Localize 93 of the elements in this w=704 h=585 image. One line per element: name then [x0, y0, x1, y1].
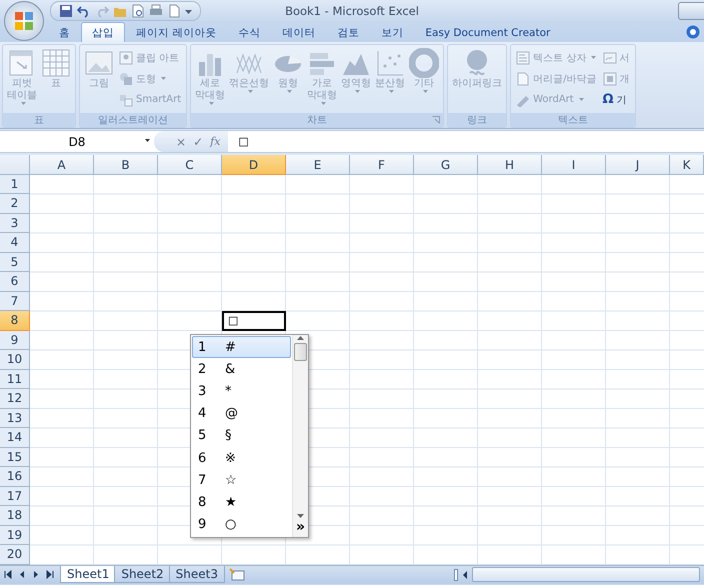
scroll-left-icon[interactable] — [462, 570, 468, 578]
save-icon[interactable] — [59, 4, 73, 18]
suggestion-item[interactable]: 5 § — [192, 424, 291, 448]
portrait-icon — [119, 50, 133, 64]
text-box-icon — [516, 50, 530, 64]
help-icon[interactable] — [686, 25, 700, 39]
sheet-tab[interactable]: Sheet3 — [168, 566, 225, 583]
column-header[interactable]: A — [30, 155, 94, 175]
first-sheet-icon[interactable] — [4, 570, 12, 579]
group-label: 링크 — [467, 114, 488, 127]
last-sheet-icon[interactable] — [46, 570, 54, 579]
column-header[interactable]: E — [286, 155, 350, 175]
group-label: 텍스트 — [558, 114, 588, 127]
ribbon-tab[interactable]: Easy Document Creator — [414, 22, 562, 42]
ribbon-tab[interactable]: 검토 — [326, 22, 370, 42]
row-header[interactable]: 3 — [0, 214, 30, 233]
cell-reference: D8 — [68, 134, 86, 148]
diagram-icon — [119, 92, 133, 106]
object-icon — [602, 72, 616, 86]
sheet-tab[interactable]: Sheet2 — [114, 566, 171, 583]
row-header[interactable]: 4 — [0, 233, 30, 252]
row-header[interactable]: 9 — [0, 330, 30, 350]
caret-icon — [145, 139, 150, 142]
office-logo-icon — [14, 11, 34, 31]
row-header[interactable]: 1 — [0, 174, 30, 194]
column-header[interactable]: C — [158, 155, 222, 175]
previous-sheet-icon[interactable] — [18, 570, 26, 579]
horizontal-scrollbar[interactable] — [472, 567, 700, 582]
column-header[interactable]: D — [222, 155, 286, 175]
row-header[interactable]: 19 — [0, 526, 30, 545]
row-header[interactable]: 18 — [0, 506, 30, 526]
suggestion-item[interactable]: 4 @ — [192, 402, 291, 425]
row-header[interactable]: 16 — [0, 467, 30, 486]
ribbon-tab[interactable]: 삽입 — [81, 22, 125, 42]
scroll-up-icon[interactable] — [297, 335, 304, 341]
row-header[interactable]: 15 — [0, 448, 30, 467]
row-header[interactable]: 12 — [0, 389, 30, 408]
window-title: Book1 - Microsoft Excel — [285, 4, 419, 18]
column-header[interactable]: H — [478, 155, 542, 175]
customize-caret-icon[interactable] — [185, 8, 192, 14]
row-header[interactable]: 7 — [0, 292, 30, 311]
row-header[interactable]: 2 — [0, 194, 30, 214]
scroll-down-icon[interactable] — [297, 513, 304, 519]
row-header[interactable]: 11 — [0, 370, 30, 389]
scroll-thumb[interactable] — [294, 343, 307, 361]
grid-icon — [41, 48, 71, 78]
row-header[interactable]: 5 — [0, 252, 30, 272]
column-header[interactable]: F — [350, 155, 414, 175]
suggestion-item[interactable]: 7 ☆ — [192, 469, 291, 492]
suggestion-item[interactable]: 9 ○ — [192, 514, 291, 536]
row-header[interactable]: 14 — [0, 428, 30, 448]
active-cell[interactable]: □ — [222, 311, 286, 330]
group-label: 차트 — [307, 114, 328, 127]
column-header[interactable]: J — [606, 155, 670, 175]
row-header[interactable]: 8 — [0, 311, 30, 330]
document-icon[interactable] — [167, 4, 181, 18]
row-header[interactable]: 20 — [0, 545, 30, 564]
suggestion-item[interactable]: 6 ※ — [192, 447, 291, 470]
ribbon-tab[interactable]: 수식 — [227, 22, 272, 42]
column-header[interactable]: B — [94, 155, 158, 175]
suggestion-item[interactable]: 8 ★ — [192, 492, 291, 514]
ribbon-tab[interactable]: 홈 — [48, 22, 81, 42]
insert-sheet-icon[interactable] — [228, 568, 245, 581]
signature-icon — [602, 50, 616, 64]
sheet-tab[interactable]: Sheet1 — [60, 566, 116, 583]
row-header[interactable]: 6 — [0, 272, 30, 292]
column-header[interactable]: I — [542, 155, 606, 175]
ribbon-tab[interactable]: 데이터 — [271, 22, 326, 42]
suggestion-item[interactable]: 1 # — [192, 336, 291, 358]
suggestion-item[interactable]: 2 & — [192, 358, 291, 380]
row-header[interactable]: 13 — [0, 408, 30, 428]
scatter-chart-icon — [375, 48, 406, 78]
ribbon-tab[interactable]: 보기 — [370, 22, 414, 42]
expand-button[interactable]: » — [293, 519, 308, 537]
group-label: 일러스트레이션 — [98, 114, 168, 127]
shapes-icon — [119, 72, 133, 86]
page-icon — [516, 72, 530, 86]
donut-chart-icon — [409, 48, 440, 78]
next-sheet-icon[interactable] — [32, 570, 40, 579]
suggestion-item[interactable]: 3 * — [192, 380, 291, 403]
printer-icon[interactable] — [149, 4, 163, 18]
row-header[interactable]: 10 — [0, 350, 30, 370]
column-header[interactable]: G — [414, 155, 478, 175]
ribbon-tab[interactable]: 페이지 레이아웃 — [125, 22, 228, 42]
row-header[interactable]: 17 — [0, 486, 30, 506]
split-handle-icon[interactable] — [454, 568, 458, 580]
group-label: 표 — [34, 114, 44, 127]
formula-field[interactable]: □ — [228, 135, 249, 148]
print-preview-icon[interactable] — [131, 4, 145, 18]
undo-icon[interactable] — [77, 4, 91, 18]
office-button[interactable] — [4, 1, 44, 41]
minimize-button[interactable] — [678, 2, 704, 20]
column-header[interactable]: K — [670, 155, 704, 175]
